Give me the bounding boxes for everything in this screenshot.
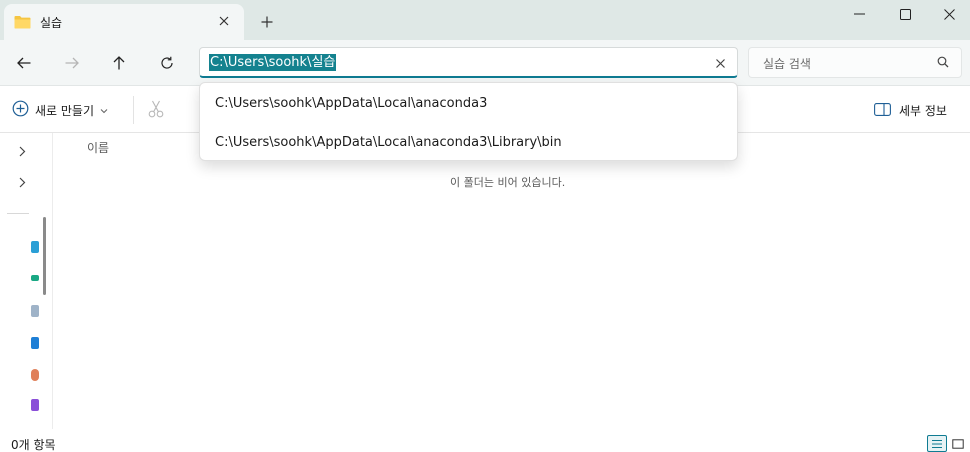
- plus-circle-icon: [12, 100, 29, 120]
- title-bar: 실습: [0, 0, 970, 40]
- video-icon[interactable]: [31, 399, 39, 411]
- document-icon[interactable]: [31, 305, 39, 317]
- navigation-pane: [0, 133, 52, 433]
- desktop-icon[interactable]: [31, 241, 39, 253]
- close-icon[interactable]: [210, 8, 238, 34]
- pane-border: [52, 133, 53, 429]
- minimize-icon[interactable]: [836, 0, 882, 28]
- suggestion-item[interactable]: C:\Users\soohk\AppData\Local\anaconda3\L…: [201, 123, 736, 161]
- details-pane-label: 세부 정보: [899, 104, 947, 118]
- tab-current[interactable]: 실습: [4, 4, 244, 40]
- details-pane-icon: [874, 102, 891, 119]
- download-icon[interactable]: [31, 275, 39, 281]
- scissors-icon[interactable]: [148, 100, 164, 121]
- details-view-icon[interactable]: [927, 435, 947, 452]
- chevron-right-icon[interactable]: [14, 174, 30, 190]
- new-button-label: 새로 만들기: [35, 103, 95, 118]
- plus-icon[interactable]: [252, 8, 282, 36]
- chevron-down-icon: [100, 103, 108, 117]
- picture-icon[interactable]: [31, 337, 39, 349]
- search-icon: [937, 56, 949, 71]
- column-header-name[interactable]: 이름: [87, 139, 109, 156]
- folder-icon: [14, 15, 31, 32]
- up-arrow-icon[interactable]: [103, 47, 135, 79]
- navigation-bar: C:\Users\soohk\실습 실습 검색: [0, 40, 970, 86]
- pane-divider: [7, 213, 29, 214]
- details-pane-button[interactable]: 세부 정보: [874, 102, 947, 119]
- new-button[interactable]: 새로 만들기: [12, 99, 108, 121]
- suggestion-item[interactable]: C:\Users\soohk\AppData\Local\anaconda3: [201, 84, 736, 122]
- maximize-icon[interactable]: [882, 0, 928, 28]
- search-box[interactable]: 실습 검색: [748, 47, 962, 78]
- empty-folder-message: 이 폴더는 비어 있습니다.: [450, 176, 566, 189]
- pane-scrollbar[interactable]: [43, 217, 46, 295]
- tab-title: 실습: [40, 16, 63, 30]
- chevron-right-icon[interactable]: [14, 143, 30, 159]
- back-arrow-icon[interactable]: [8, 47, 40, 79]
- address-bar[interactable]: C:\Users\soohk\실습: [199, 47, 738, 78]
- item-count: 0개 항목: [11, 438, 56, 452]
- music-icon[interactable]: [31, 369, 39, 381]
- status-bar: 0개 항목: [0, 429, 970, 452]
- close-icon[interactable]: [711, 54, 729, 72]
- close-icon[interactable]: [926, 0, 970, 28]
- address-suggestions: C:\Users\soohk\AppData\Local\anaconda3 C…: [199, 82, 738, 161]
- address-input[interactable]: C:\Users\soohk\실습: [209, 54, 337, 71]
- toolbar-divider: [133, 96, 134, 124]
- search-input[interactable]: 실습 검색: [763, 55, 811, 72]
- refresh-icon[interactable]: [151, 47, 183, 79]
- forward-arrow-icon[interactable]: [56, 47, 88, 79]
- tiles-view-icon[interactable]: [948, 435, 968, 452]
